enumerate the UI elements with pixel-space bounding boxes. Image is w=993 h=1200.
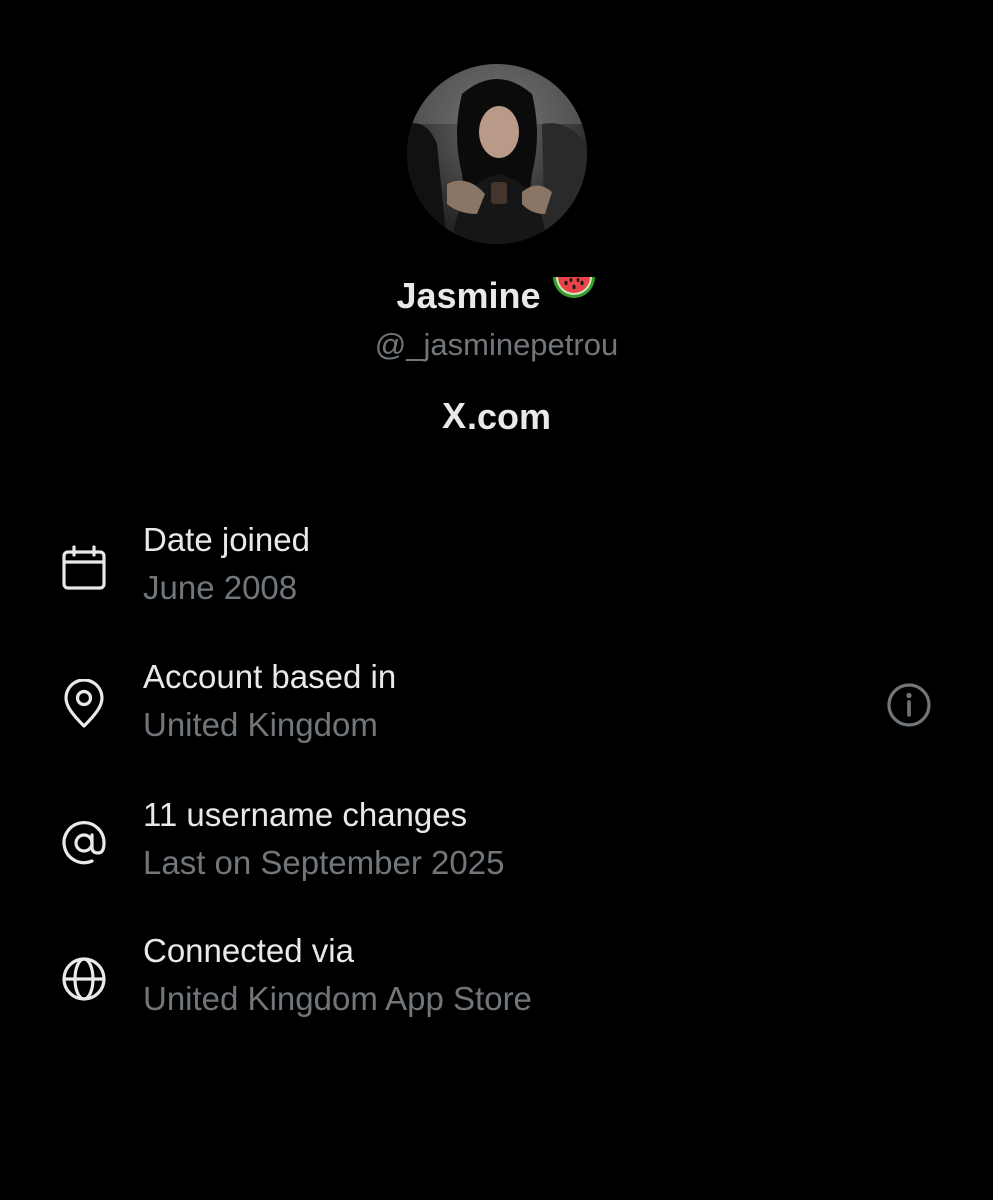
info-row-date-joined: Date joined June 2008	[0, 518, 993, 618]
calendar-icon	[58, 542, 110, 594]
x-logo-icon: X	[441, 395, 466, 437]
row-subtitle: United Kingdom	[143, 706, 378, 743]
avatar[interactable]	[407, 64, 587, 244]
display-name-text: Jasmine	[396, 275, 541, 316]
location-pin-icon	[58, 679, 110, 731]
row-title: Account based in	[143, 658, 397, 695]
display-name: Jasmine	[0, 272, 993, 324]
row-subtitle: June 2008	[143, 569, 298, 606]
watermelon-emoji-icon	[551, 269, 597, 321]
row-title: 11 username changes	[143, 796, 468, 833]
at-sign-icon	[58, 817, 110, 869]
info-icon[interactable]	[884, 680, 934, 730]
globe-icon	[58, 953, 110, 1005]
row-subtitle: United Kingdom App Store	[143, 980, 532, 1017]
row-title: Date joined	[143, 521, 310, 558]
row-subtitle: Last on September 2025	[143, 844, 505, 881]
site-suffix: .com	[466, 396, 552, 437]
info-row-account-based-in: Account based in United Kingdom	[0, 655, 993, 755]
info-row-username-changes: 11 username changes Last on September 20…	[0, 793, 993, 893]
row-title: Connected via	[143, 932, 354, 969]
site-link[interactable]: X.com	[0, 393, 993, 443]
info-row-connected-via: Connected via United Kingdom App Store	[0, 929, 993, 1029]
handle: @_jasminepetrou	[374, 327, 619, 362]
